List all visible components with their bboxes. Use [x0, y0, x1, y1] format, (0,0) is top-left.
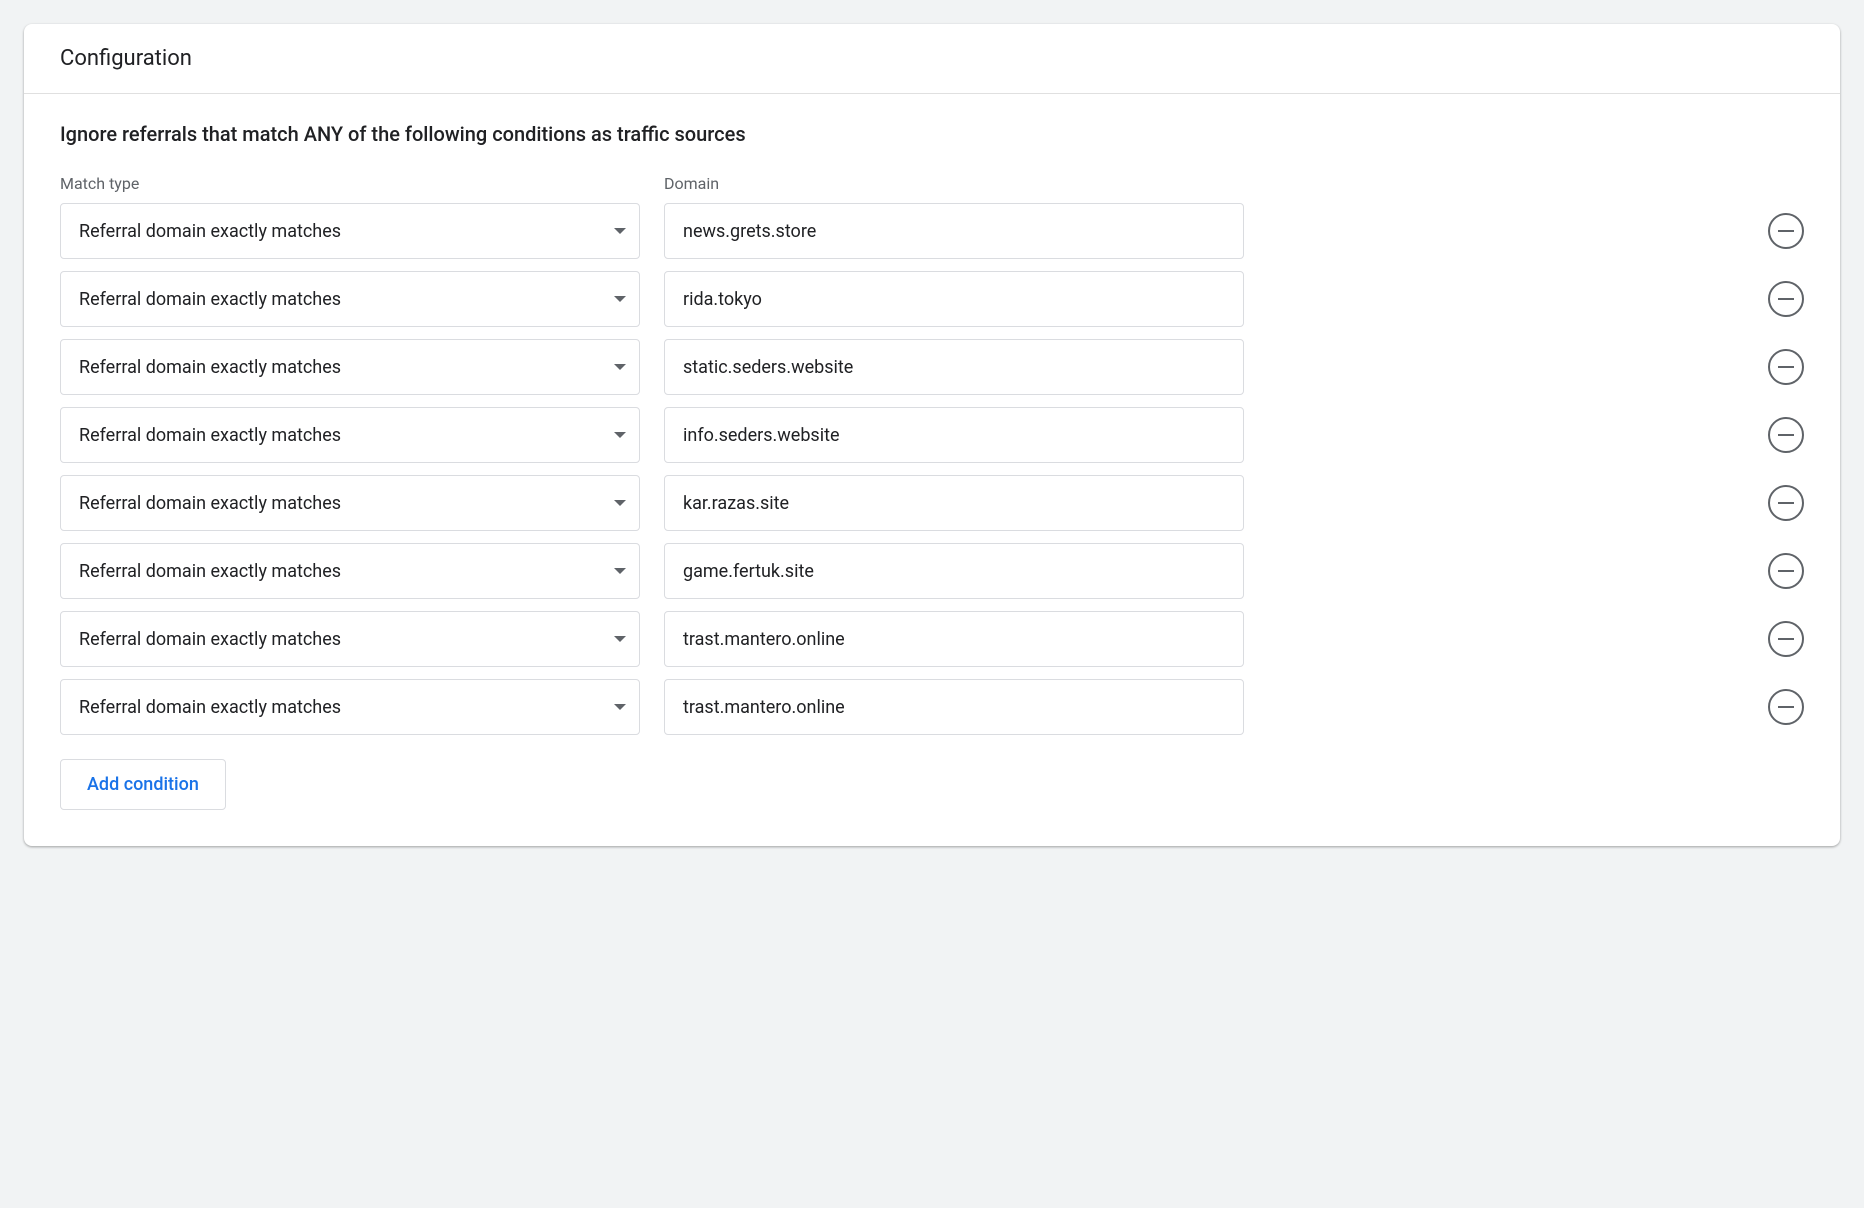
condition-row: Referral domain exactly matches — [60, 339, 1804, 395]
remove-condition-button[interactable] — [1768, 213, 1804, 249]
match-type-select-wrapper: Referral domain exactly matches — [60, 679, 640, 735]
match-type-value: Referral domain exactly matches — [79, 629, 341, 650]
domain-header: Domain — [664, 174, 1244, 193]
match-type-value: Referral domain exactly matches — [79, 697, 341, 718]
card-header: Configuration — [24, 24, 1840, 94]
match-type-value: Referral domain exactly matches — [79, 493, 341, 514]
minus-icon — [1778, 570, 1794, 573]
condition-row: Referral domain exactly matches — [60, 407, 1804, 463]
configuration-card: Configuration Ignore referrals that matc… — [24, 24, 1840, 846]
domain-input[interactable] — [664, 339, 1244, 395]
match-type-select-wrapper: Referral domain exactly matches — [60, 407, 640, 463]
condition-row: Referral domain exactly matches — [60, 271, 1804, 327]
match-type-value: Referral domain exactly matches — [79, 561, 341, 582]
remove-condition-button[interactable] — [1768, 553, 1804, 589]
page-title: Configuration — [60, 46, 1804, 71]
domain-input[interactable] — [664, 203, 1244, 259]
match-type-select-wrapper: Referral domain exactly matches — [60, 203, 640, 259]
conditions-list: Referral domain exactly matches Referral… — [60, 203, 1804, 735]
match-type-select[interactable]: Referral domain exactly matches — [60, 611, 640, 667]
condition-row: Referral domain exactly matches — [60, 611, 1804, 667]
remove-condition-button[interactable] — [1768, 621, 1804, 657]
minus-icon — [1778, 366, 1794, 369]
minus-icon — [1778, 706, 1794, 709]
match-type-select[interactable]: Referral domain exactly matches — [60, 339, 640, 395]
domain-input[interactable] — [664, 543, 1244, 599]
domain-input[interactable] — [664, 271, 1244, 327]
remove-condition-button[interactable] — [1768, 689, 1804, 725]
condition-row: Referral domain exactly matches — [60, 475, 1804, 531]
match-type-select-wrapper: Referral domain exactly matches — [60, 271, 640, 327]
match-type-select[interactable]: Referral domain exactly matches — [60, 475, 640, 531]
match-type-value: Referral domain exactly matches — [79, 357, 341, 378]
match-type-header: Match type — [60, 174, 640, 193]
match-type-value: Referral domain exactly matches — [79, 289, 341, 310]
minus-icon — [1778, 230, 1794, 233]
match-type-select[interactable]: Referral domain exactly matches — [60, 407, 640, 463]
minus-icon — [1778, 298, 1794, 301]
minus-icon — [1778, 638, 1794, 641]
card-body: Ignore referrals that match ANY of the f… — [24, 94, 1840, 846]
remove-condition-button[interactable] — [1768, 281, 1804, 317]
match-type-select-wrapper: Referral domain exactly matches — [60, 339, 640, 395]
domain-input[interactable] — [664, 679, 1244, 735]
add-condition-button[interactable]: Add condition — [60, 759, 226, 810]
instruction-text: Ignore referrals that match ANY of the f… — [60, 122, 1804, 146]
match-type-value: Referral domain exactly matches — [79, 425, 341, 446]
match-type-select[interactable]: Referral domain exactly matches — [60, 543, 640, 599]
match-type-select[interactable]: Referral domain exactly matches — [60, 271, 640, 327]
match-type-select-wrapper: Referral domain exactly matches — [60, 611, 640, 667]
condition-row: Referral domain exactly matches — [60, 203, 1804, 259]
domain-input[interactable] — [664, 407, 1244, 463]
domain-input[interactable] — [664, 611, 1244, 667]
match-type-select-wrapper: Referral domain exactly matches — [60, 475, 640, 531]
domain-input[interactable] — [664, 475, 1244, 531]
column-headers: Match type Domain — [60, 174, 1804, 193]
remove-condition-button[interactable] — [1768, 417, 1804, 453]
condition-row: Referral domain exactly matches — [60, 543, 1804, 599]
match-type-value: Referral domain exactly matches — [79, 221, 341, 242]
match-type-select[interactable]: Referral domain exactly matches — [60, 203, 640, 259]
minus-icon — [1778, 502, 1794, 505]
remove-condition-button[interactable] — [1768, 485, 1804, 521]
match-type-select-wrapper: Referral domain exactly matches — [60, 543, 640, 599]
minus-icon — [1778, 434, 1794, 437]
condition-row: Referral domain exactly matches — [60, 679, 1804, 735]
remove-condition-button[interactable] — [1768, 349, 1804, 385]
match-type-select[interactable]: Referral domain exactly matches — [60, 679, 640, 735]
